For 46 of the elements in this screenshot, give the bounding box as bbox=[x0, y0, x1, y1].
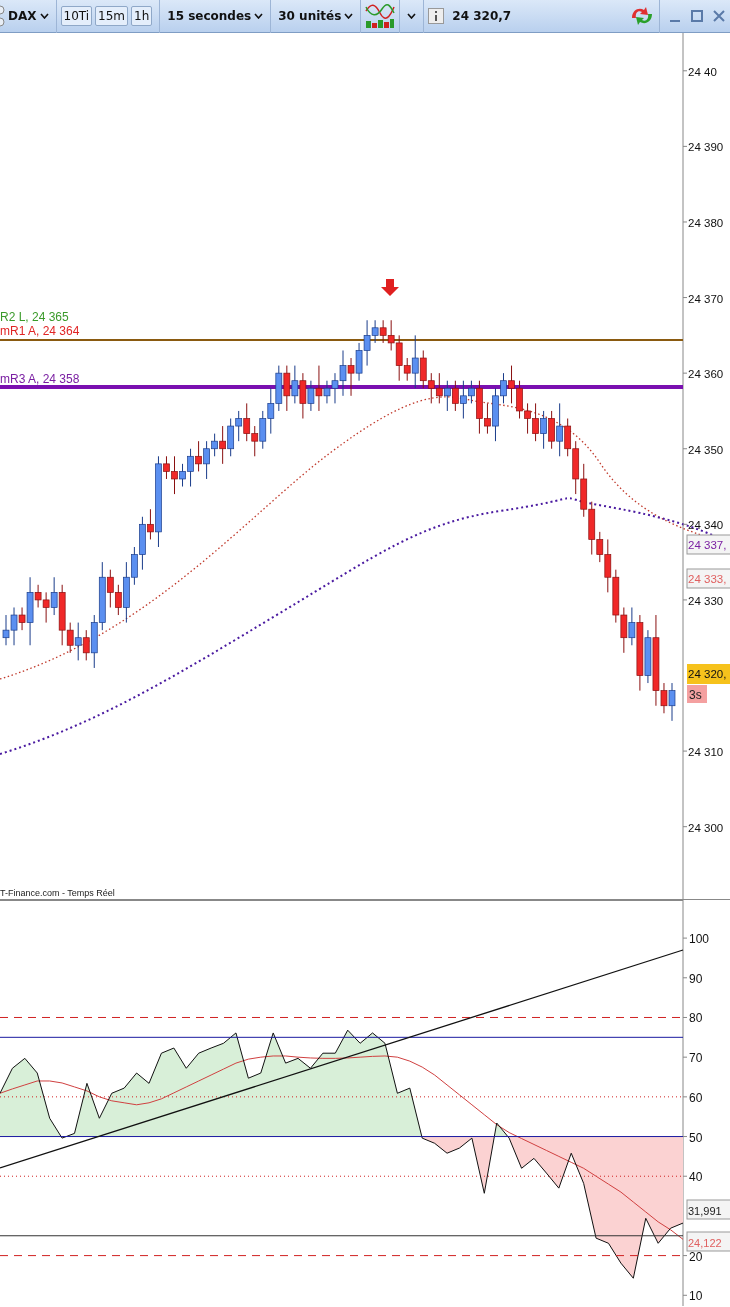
interval-button[interactable]: 15m bbox=[95, 6, 129, 26]
grip-icon bbox=[0, 4, 5, 28]
axis-label: 24 360 bbox=[688, 368, 724, 381]
period-dropdown[interactable]: 15 secondes bbox=[164, 9, 267, 23]
caret-icon bbox=[254, 13, 264, 19]
source-label: T-Finance.com - Temps Réel bbox=[0, 888, 115, 898]
axis-label: 24 350 bbox=[688, 443, 724, 456]
axis-label: 10 bbox=[689, 1289, 703, 1304]
axis-label: 24 390 bbox=[688, 141, 724, 154]
units-dropdown[interactable]: 30 unités bbox=[275, 9, 357, 23]
axis-label: 24 370 bbox=[688, 292, 724, 305]
axis-label: 24 330 bbox=[688, 594, 724, 607]
axis-label: 24 40 bbox=[688, 65, 717, 78]
value-tag: 31,991 bbox=[686, 1199, 730, 1220]
value-tag: 24,122 bbox=[686, 1231, 730, 1252]
axis-label: 100 bbox=[689, 932, 710, 947]
axis-label: 40 bbox=[689, 1170, 703, 1185]
countdown-tag: 3s bbox=[687, 685, 707, 703]
axis-label: 60 bbox=[689, 1090, 703, 1105]
level-label: mR1 A, 24 364 bbox=[0, 324, 80, 338]
axis-label: 20 bbox=[689, 1249, 703, 1264]
interval-button[interactable]: 10Ti bbox=[60, 6, 93, 26]
caret-icon bbox=[39, 13, 49, 19]
last-price: 24 320,7 bbox=[452, 9, 512, 23]
level-label: R2 L, 24 365 bbox=[0, 310, 69, 324]
level-label: mR3 A, 24 358 bbox=[0, 372, 80, 386]
interval-button[interactable]: 1h bbox=[131, 6, 153, 26]
info-icon[interactable] bbox=[428, 8, 445, 24]
caret-icon bbox=[407, 13, 417, 19]
axis-label: 50 bbox=[689, 1130, 703, 1145]
axis-label: 24 340 bbox=[688, 519, 724, 532]
price-tag: 24 337, bbox=[686, 534, 730, 555]
down-arrow-icon bbox=[381, 279, 399, 296]
chart-style-icon[interactable] bbox=[365, 3, 396, 29]
price-tag: 24 320, bbox=[687, 664, 730, 684]
close-icon[interactable] bbox=[711, 8, 727, 24]
axis-label: 90 bbox=[689, 971, 703, 986]
price-tag: 24 333, bbox=[686, 568, 730, 589]
maximize-icon[interactable] bbox=[689, 8, 705, 24]
axis-label: 24 380 bbox=[688, 216, 724, 229]
axis-label: 80 bbox=[689, 1011, 703, 1026]
axis-label: 70 bbox=[689, 1051, 703, 1066]
caret-icon bbox=[344, 13, 354, 19]
axis-label: 24 300 bbox=[688, 821, 724, 834]
axis-label: 24 310 bbox=[688, 746, 724, 759]
symbol-dropdown[interactable]: DAX bbox=[5, 9, 52, 23]
